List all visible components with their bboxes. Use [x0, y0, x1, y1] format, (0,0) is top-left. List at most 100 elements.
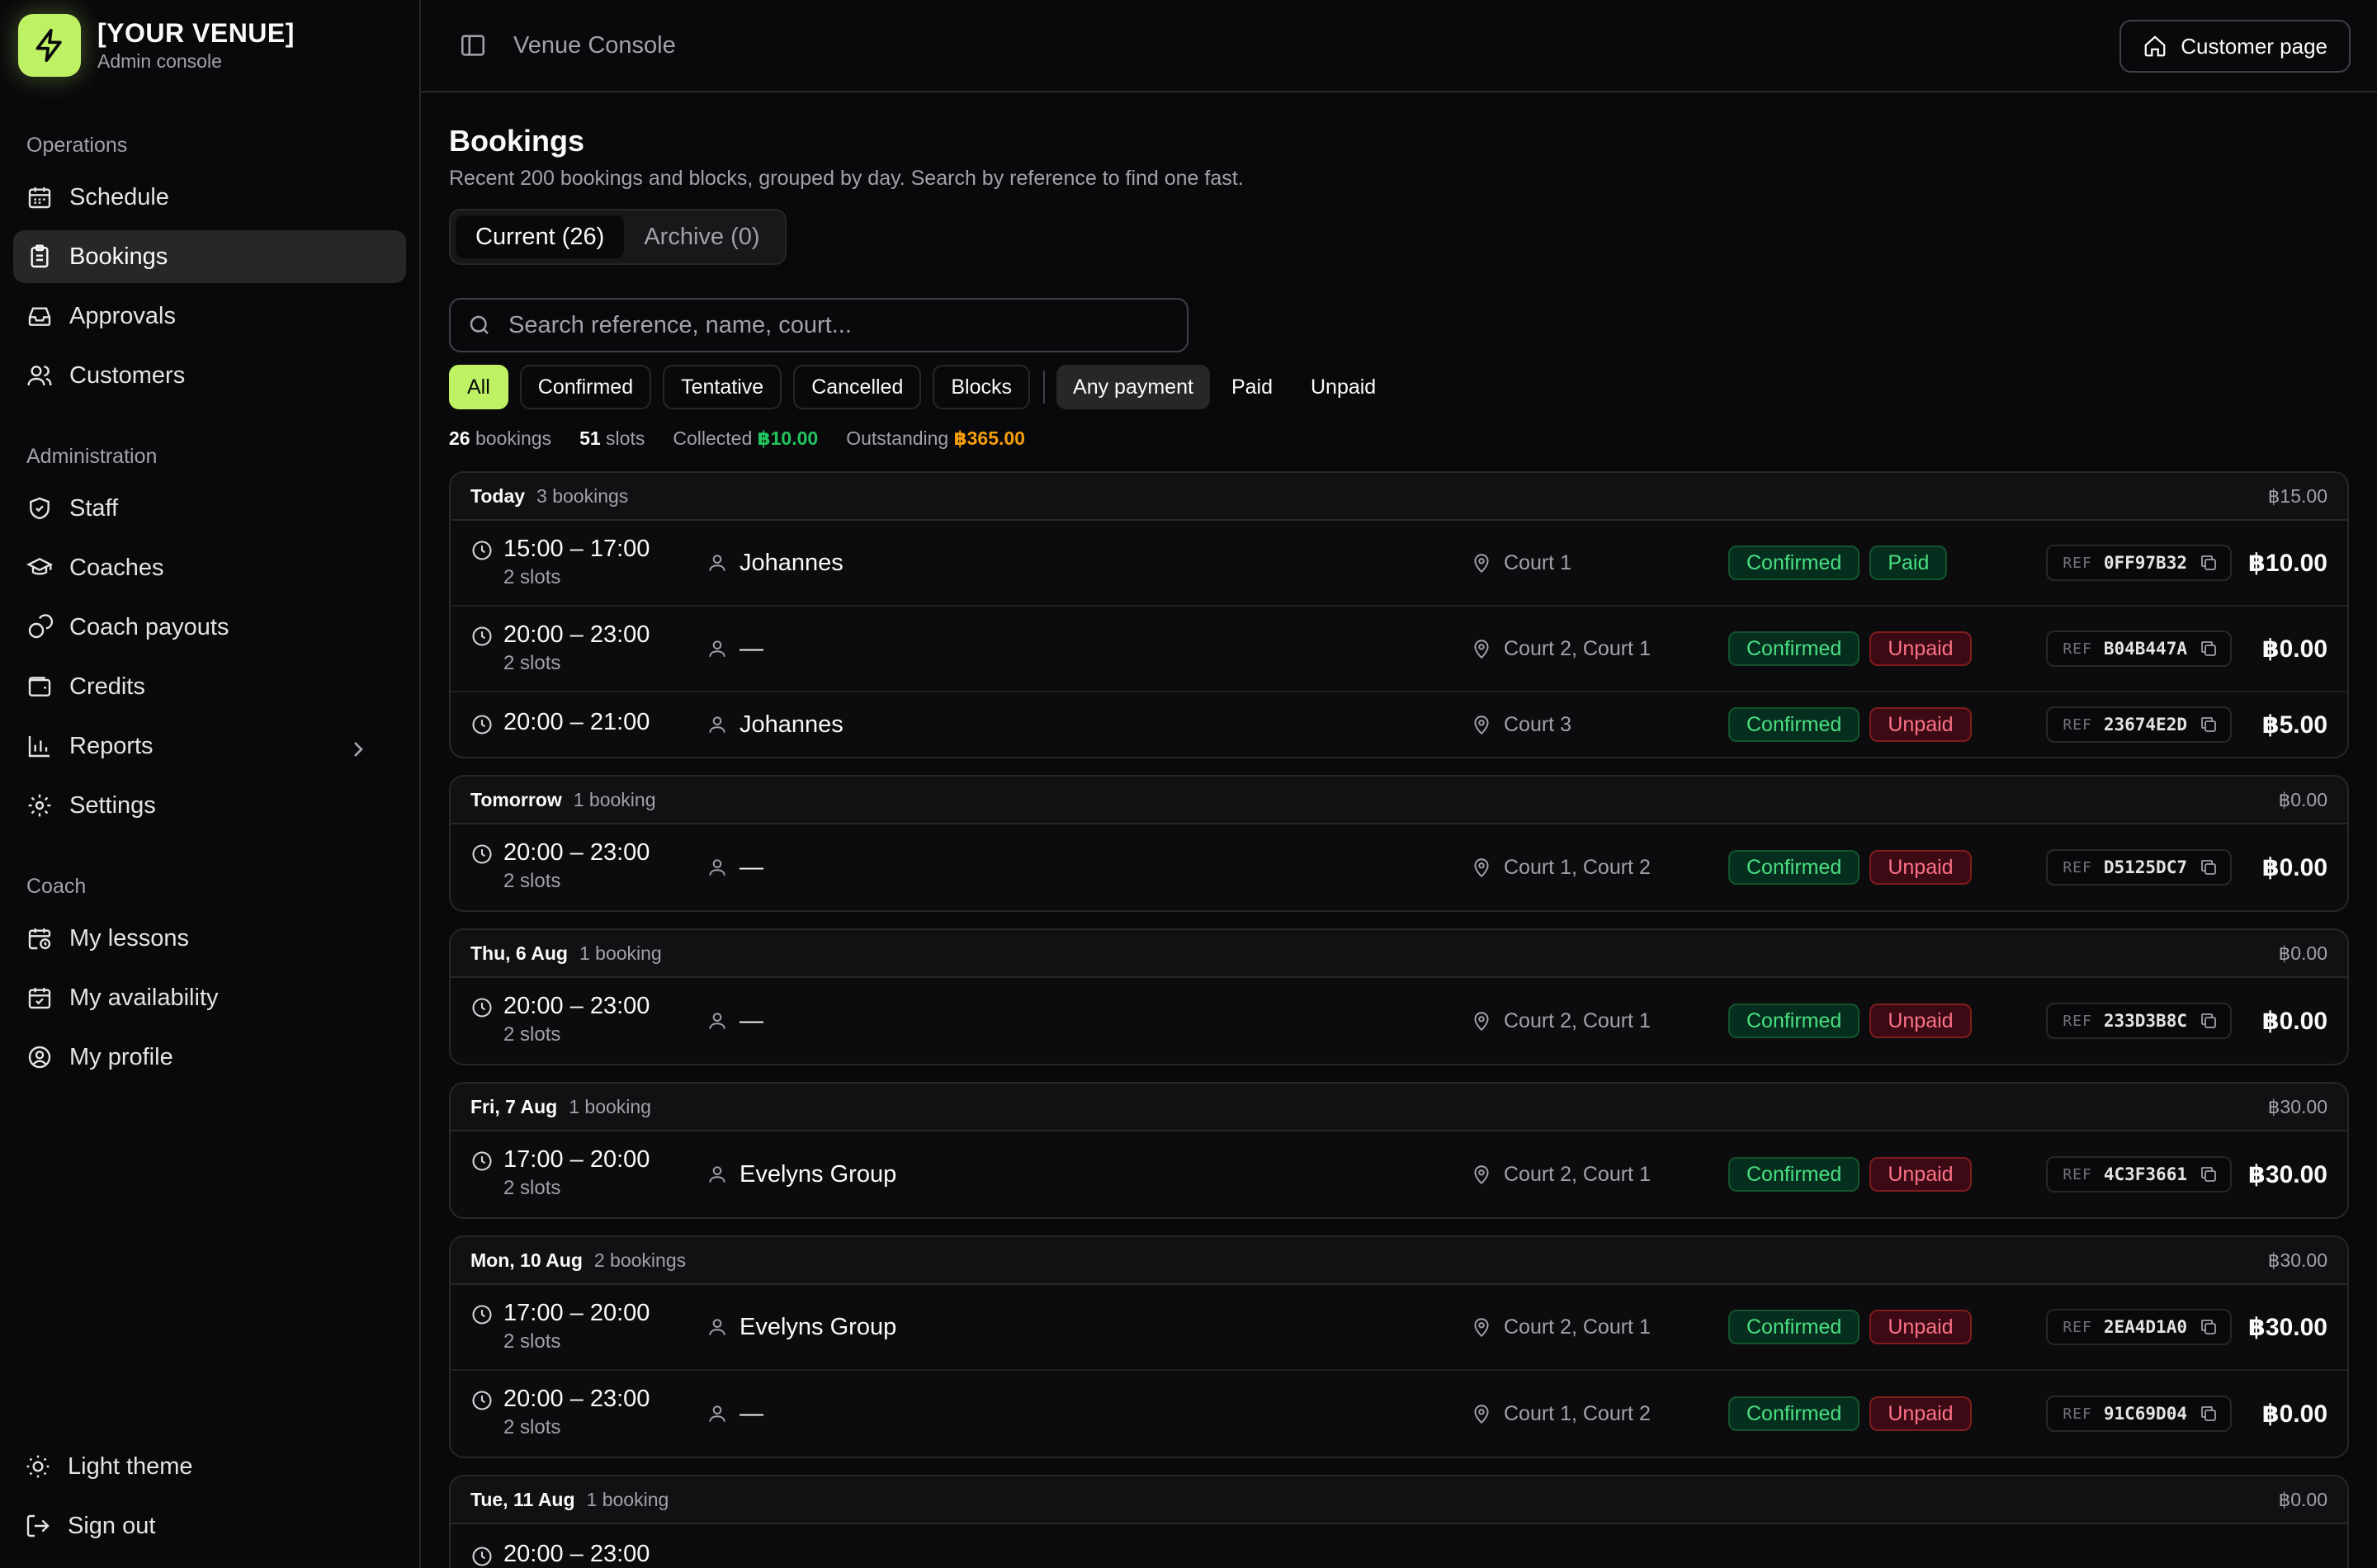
booking-customer: Evelyns Group — [706, 1314, 896, 1341]
booking-row[interactable]: 20:00 – 23:00 2 slots — Court 1, Court 2 Con… — [451, 824, 2347, 910]
sidebar-item-label: Bookings — [69, 243, 168, 270]
filter-all[interactable]: All — [449, 365, 508, 409]
filter-divider — [1043, 371, 1046, 404]
filter-blocks[interactable]: Blocks — [933, 365, 1031, 409]
filter-confirmed[interactable]: Confirmed — [519, 365, 652, 409]
booking-row[interactable]: 20:00 – 23:00 — [451, 1524, 2347, 1568]
booking-row[interactable]: 17:00 – 20:00 2 slots Evelyns Group Court 2… — [451, 1285, 2347, 1371]
clock-icon — [472, 1391, 492, 1410]
sidebar-item-label: Approvals — [69, 302, 176, 329]
filter-tentative[interactable]: Tentative — [663, 365, 782, 409]
copy-icon[interactable] — [2199, 1317, 2219, 1337]
booking-slots: 2 slots — [503, 652, 561, 674]
booking-row[interactable]: 20:00 – 23:00 2 slots — Court 2, Court 1 Con… — [451, 978, 2347, 1064]
booking-court: Court 1 — [1471, 551, 1571, 575]
sidebar-toggle-icon[interactable] — [459, 31, 487, 59]
sidebar-item-my-lessons[interactable]: My lessons — [13, 912, 406, 965]
reference-chip[interactable]: REF 91C69D04 — [2046, 1396, 2232, 1432]
sidebar-item-my-profile[interactable]: My profile — [13, 1031, 406, 1084]
sidebar-item-staff[interactable]: Staff — [13, 482, 406, 535]
reference-chip[interactable]: REF B04B447A — [2046, 631, 2232, 667]
day-group: Today 3 bookings ฿15.00 15:00 – 17:00 2 slot… — [449, 471, 2349, 758]
stat-bookings: 26 bookings — [449, 427, 552, 449]
ref-label: REF — [2063, 1318, 2092, 1336]
copy-icon[interactable] — [2199, 715, 2219, 734]
payment-badge: Unpaid — [1869, 1310, 1972, 1344]
booking-row[interactable]: 15:00 – 17:00 2 slots Johannes Court 1 Confi… — [451, 521, 2347, 607]
booking-row[interactable]: 20:00 – 23:00 2 slots — Court 2, Court 1 Con… — [451, 607, 2347, 692]
filter-paid[interactable]: Paid — [1215, 365, 1289, 409]
filter-any-payment[interactable]: Any payment — [1056, 365, 1210, 409]
map-pin-icon — [1474, 554, 1489, 574]
sidebar-item-reports[interactable]: Reports — [13, 720, 406, 772]
main-panel: Venue Console Customer page Bookings Rec… — [421, 0, 2377, 1568]
copy-icon[interactable] — [2199, 1011, 2219, 1031]
ref-label: REF — [2063, 1012, 2092, 1030]
reference-chip[interactable]: REF 23674E2D — [2046, 706, 2232, 743]
map-pin-icon — [1474, 1012, 1489, 1032]
customer-name: — — [740, 1007, 763, 1034]
sidebar-item-schedule[interactable]: Schedule — [13, 171, 406, 224]
customer-page-button[interactable]: Customer page — [2119, 20, 2351, 73]
sign-out-label: Sign out — [68, 1512, 156, 1539]
reference-chip[interactable]: REF 233D3B8C — [2046, 1003, 2232, 1039]
day-total: ฿15.00 — [2267, 484, 2327, 507]
booking-amount: ฿30.00 — [2248, 1160, 2327, 1188]
filter-unpaid[interactable]: Unpaid — [1294, 365, 1392, 409]
sidebar-item-bookings[interactable]: Bookings — [13, 230, 406, 283]
top-bar: Venue Console Customer page — [421, 0, 2377, 92]
reference-chip[interactable]: REF 4C3F3661 — [2046, 1156, 2232, 1193]
reference-chip[interactable]: REF D5125DC7 — [2046, 849, 2232, 886]
theme-toggle[interactable]: Light theme — [13, 1440, 406, 1493]
sidebar-item-coaches[interactable]: Coaches — [13, 541, 406, 594]
copy-icon[interactable] — [2199, 1164, 2219, 1184]
sidebar-item-settings[interactable]: Settings — [13, 779, 406, 832]
booking-row[interactable]: 17:00 – 20:00 2 slots Evelyns Group Court 2… — [451, 1131, 2347, 1217]
payment-badge: Paid — [1869, 545, 1948, 580]
sidebar-item-coach-payouts[interactable]: Coach payouts — [13, 601, 406, 654]
tab-current[interactable]: Current (26) — [456, 215, 625, 258]
day-group: Tomorrow 1 booking ฿0.00 20:00 – 23:00 2 slo… — [449, 775, 2349, 912]
search-input[interactable] — [508, 311, 1169, 339]
ref-label: REF — [2063, 716, 2092, 734]
booking-row[interactable]: 20:00 – 23:00 2 slots — Court 1, Court 2 Con… — [451, 1371, 2347, 1457]
brand[interactable]: [YOUR VENUE] Admin console — [13, 0, 406, 91]
ref-code: 0FF97B32 — [2103, 553, 2187, 573]
sign-out-button[interactable]: Sign out — [13, 1500, 406, 1552]
status-badge: Confirmed — [1728, 707, 1860, 742]
sidebar-item-my-availability[interactable]: My availability — [13, 971, 406, 1024]
wallet-icon — [28, 677, 51, 697]
page-subtitle: Recent 200 bookings and blocks, grouped … — [449, 167, 1244, 190]
copy-icon[interactable] — [2199, 553, 2219, 573]
clock-icon — [472, 715, 492, 734]
status-badge: Confirmed — [1728, 850, 1860, 885]
lightning-logo-icon — [18, 14, 81, 77]
booking-row[interactable]: 20:00 – 21:00 Johannes Court 3 Confirmed Unp… — [451, 692, 2347, 757]
sidebar-item-customers[interactable]: Customers — [13, 349, 406, 402]
clock-icon — [472, 1151, 492, 1171]
filter-cancelled[interactable]: Cancelled — [793, 365, 922, 409]
copy-icon[interactable] — [2199, 1404, 2219, 1424]
day-total: ฿30.00 — [2267, 1095, 2327, 1117]
console-title: Venue Console — [513, 31, 676, 59]
booking-time: 20:00 – 23:00 — [503, 1386, 650, 1412]
sidebar-item-approvals[interactable]: Approvals — [13, 290, 406, 342]
tab-archive[interactable]: Archive (0) — [624, 215, 779, 258]
reference-chip[interactable]: REF 0FF97B32 — [2046, 545, 2232, 581]
user-icon — [709, 1013, 725, 1029]
sidebar-item-label: Coaches — [69, 554, 164, 581]
copy-icon[interactable] — [2199, 639, 2219, 659]
sidebar-item-label: Credits — [69, 673, 145, 700]
section-label-administration: Administration — [26, 445, 158, 468]
reference-chip[interactable]: REF 2EA4D1A0 — [2046, 1309, 2232, 1345]
copy-icon[interactable] — [2199, 857, 2219, 877]
booking-time: 15:00 – 17:00 — [503, 536, 650, 562]
booking-customer: — — [706, 854, 763, 881]
clock-icon — [472, 1305, 492, 1325]
clock-icon — [472, 1547, 492, 1566]
booking-customer: — — [706, 635, 763, 663]
sidebar-item-credits[interactable]: Credits — [13, 660, 406, 713]
ref-label: REF — [2063, 858, 2092, 876]
map-pin-icon — [1474, 716, 1489, 735]
day-group: Thu, 6 Aug 1 booking ฿0.00 20:00 – 23:00 2 s… — [449, 928, 2349, 1065]
